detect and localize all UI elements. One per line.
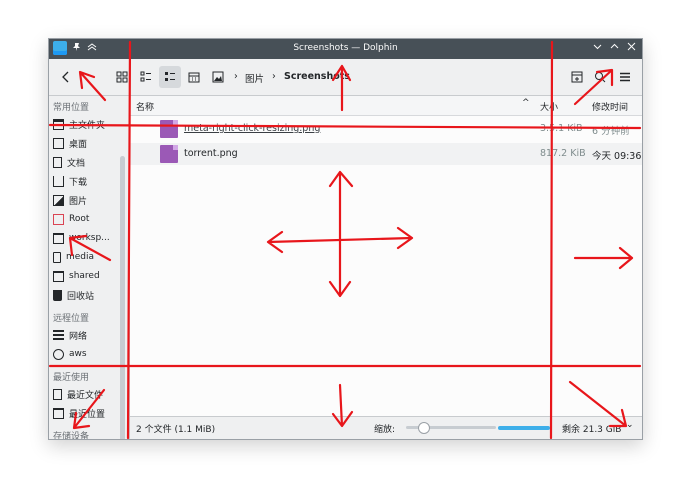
network-icon	[53, 329, 64, 341]
icons-view-button[interactable]	[111, 66, 133, 88]
file-size: 817.2 KiB	[540, 148, 586, 159]
chevron-down-icon[interactable]: ⌄	[626, 420, 634, 430]
column-modified-header[interactable]: 修改时间	[592, 100, 628, 113]
calendar-icon	[188, 72, 200, 83]
section-heading-devices: 存储设备	[53, 432, 90, 440]
hamburger-icon	[620, 72, 630, 82]
breadcrumb-parent[interactable]: 图片	[245, 71, 264, 85]
search-button[interactable]	[589, 66, 611, 88]
download-icon	[53, 175, 64, 187]
menu-button[interactable]	[614, 66, 636, 88]
phone-icon	[53, 251, 61, 263]
column-header: 名称 ^ 大小 修改时间	[130, 96, 642, 116]
sidebar-item-shared[interactable]: shared	[53, 268, 100, 284]
table-row[interactable]: torrent.png 817.2 KiB 今天 09:36	[130, 143, 642, 165]
sidebar-item-downloads[interactable]: 下载	[53, 173, 87, 189]
places-panel: 常用位置 主文件夹 桌面 文档 下载 图片 Root worksp... med…	[49, 96, 130, 439]
section-heading-remote: 远程位置	[53, 314, 90, 324]
compact-view-button[interactable]	[135, 66, 157, 88]
globe-icon	[53, 348, 64, 360]
folder-icon	[53, 270, 64, 282]
file-name: torrent.png	[184, 148, 238, 159]
sidebar-item-desktop[interactable]: 桌面	[53, 135, 87, 151]
details-list-icon	[165, 72, 175, 81]
split-view-button[interactable]	[183, 66, 205, 88]
free-space-label[interactable]: 剩余 21.3 GiB	[562, 422, 621, 435]
zoom-label: 缩放:	[374, 425, 396, 435]
toolbar: › 图片 › Screenshots	[49, 59, 642, 96]
search-icon	[595, 72, 606, 83]
title-bar[interactable]: Screenshots — Dolphin	[49, 39, 642, 59]
minimize-icon[interactable]	[593, 42, 602, 54]
new-tab-button[interactable]	[566, 66, 588, 88]
free-space-bar	[498, 426, 550, 430]
sidebar-scrollbar[interactable]	[120, 156, 125, 439]
root-folder-icon	[53, 213, 64, 225]
sidebar-item-home[interactable]: 主文件夹	[53, 116, 105, 132]
status-bar: 2 个文件 (1.1 MiB) 缩放: 剩余 21.3 GiB ⌄	[130, 416, 642, 439]
table-row[interactable]: meta-right-click-resizing.png 3.5.1 KiB …	[130, 118, 642, 140]
png-file-icon	[160, 145, 178, 163]
section-heading-recent: 最近使用	[53, 373, 90, 383]
sidebar-item-aws[interactable]: aws	[53, 346, 87, 362]
recent-files-icon	[53, 388, 62, 400]
column-name-header[interactable]: 名称	[136, 100, 154, 113]
close-icon[interactable]	[627, 42, 636, 54]
sidebar-item-workspace[interactable]: worksp...	[53, 230, 110, 246]
window-title: Screenshots — Dolphin	[293, 43, 398, 53]
breadcrumb-separator-icon: ›	[234, 71, 238, 82]
file-name: meta-right-click-resizing.png	[184, 123, 321, 134]
trash-icon	[53, 289, 62, 301]
back-button[interactable]	[55, 66, 77, 88]
column-size-header[interactable]: 大小	[540, 100, 558, 113]
sidebar-item-recent-files[interactable]: 最近文件	[53, 386, 103, 402]
desktop-icon	[53, 137, 64, 149]
sidebar-item-recent-locations[interactable]: 最近位置	[53, 405, 105, 421]
sort-chevron-icon[interactable]: ^	[522, 98, 530, 108]
new-tab-icon	[571, 71, 583, 83]
png-file-icon	[160, 120, 178, 138]
file-modified: 6 分钟前	[592, 126, 630, 137]
section-heading-places: 常用位置	[53, 103, 90, 113]
file-size: 3.5.1 KiB	[540, 123, 583, 134]
picture-icon	[53, 194, 64, 206]
sidebar-item-documents[interactable]: 文档	[53, 154, 85, 170]
dolphin-window: Screenshots — Dolphin › 图片 › Screenshots	[48, 38, 643, 440]
grid-icon	[116, 71, 128, 83]
sidebar-item-network[interactable]: 网络	[53, 327, 87, 343]
sidebar-item-pictures[interactable]: 图片	[53, 192, 87, 208]
preview-button[interactable]	[207, 66, 229, 88]
sidebar-item-root[interactable]: Root	[53, 211, 89, 227]
sidebar-item-media[interactable]: media	[53, 249, 94, 265]
details-view-button[interactable]	[159, 66, 181, 88]
home-folder-icon	[53, 118, 64, 130]
document-icon	[53, 156, 62, 168]
file-modified: 今天 09:36	[592, 151, 642, 162]
file-view[interactable]: 名称 ^ 大小 修改时间 meta-right-click-resizing.p…	[130, 96, 642, 417]
breadcrumb-current[interactable]: Screenshots	[284, 71, 350, 82]
chevron-left-icon	[62, 71, 69, 83]
status-summary: 2 个文件 (1.1 MiB)	[136, 425, 216, 435]
recent-locations-icon	[53, 407, 64, 419]
zoom-slider-handle[interactable]	[418, 422, 430, 434]
compact-list-icon	[140, 71, 151, 82]
image-icon	[212, 71, 224, 83]
sidebar-item-trash[interactable]: 回收站	[53, 287, 94, 303]
folder-icon	[53, 232, 64, 244]
breadcrumb-separator-icon: ›	[272, 71, 276, 82]
maximize-icon[interactable]	[610, 42, 619, 54]
